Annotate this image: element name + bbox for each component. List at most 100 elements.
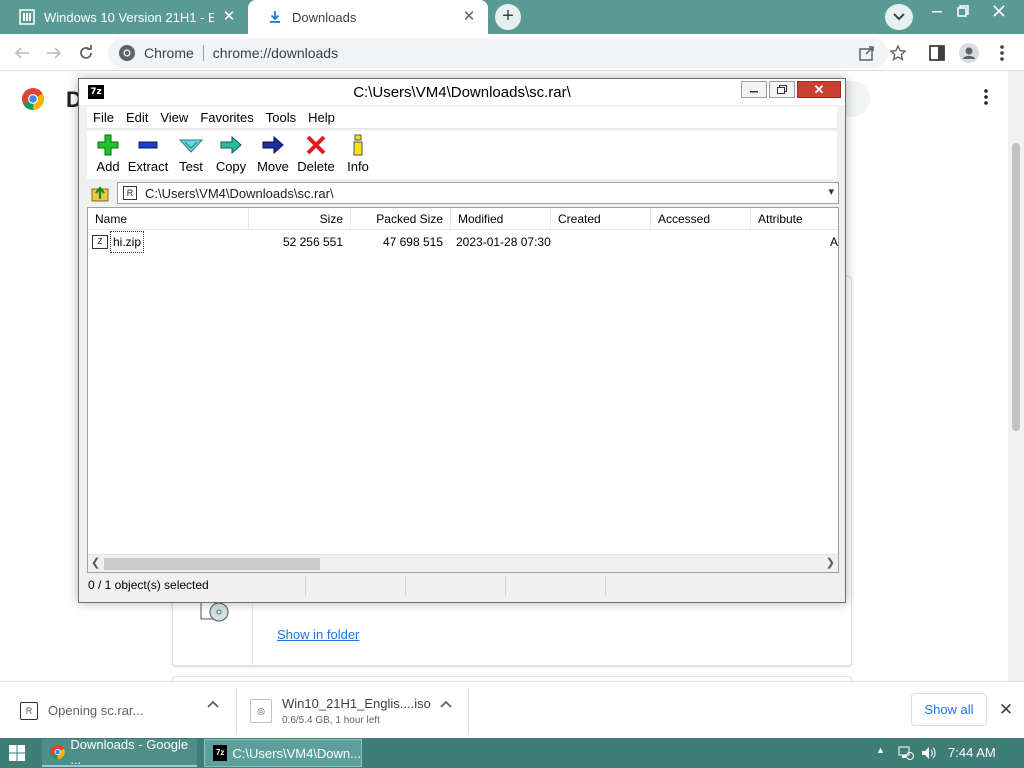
share-button[interactable] xyxy=(856,42,878,64)
7zip-maximize-button[interactable] xyxy=(769,81,795,98)
microsoft-site-icon xyxy=(19,9,35,25)
tab-title: Downloads xyxy=(292,9,357,25)
page-menu-button[interactable] xyxy=(984,89,996,109)
file-size: 52 256 551 xyxy=(282,235,343,249)
reload-button[interactable] xyxy=(74,41,98,65)
omnibox-separator xyxy=(202,45,204,61)
7zip-file-list: Name Size Packed Size Modified Created A… xyxy=(87,207,839,573)
column-created[interactable]: Created xyxy=(551,208,651,230)
status-cell xyxy=(406,576,506,596)
rar-archive-icon: R xyxy=(123,186,137,200)
add-button[interactable]: Add xyxy=(93,134,123,174)
menu-help[interactable]: Help xyxy=(302,110,341,125)
scrollbar-thumb[interactable] xyxy=(104,558,320,570)
side-panel-button[interactable] xyxy=(926,42,948,64)
kebab-menu-icon xyxy=(984,89,988,105)
omnibox-site: Chrome xyxy=(144,45,194,61)
close-window-button[interactable] xyxy=(984,0,1014,22)
7zip-toolbar: Add Extract Test Copy Move Delete Info xyxy=(87,131,837,179)
close-tab-icon[interactable]: ✕ xyxy=(220,8,238,26)
shelf-divider xyxy=(236,688,237,733)
horizontal-scrollbar[interactable]: ❮ ❯ xyxy=(88,554,838,572)
file-row[interactable]: Z hi.zip 52 256 551 47 698 515 2023-01-2… xyxy=(88,231,838,253)
7zip-path-field[interactable]: R C:\Users\VM4\Downloads\sc.rar\ ▾ xyxy=(117,182,839,204)
download-item-win10-iso[interactable]: ◎ Win10_21H1_Englis....iso 0.6/5.4 GB, 1… xyxy=(250,688,431,733)
column-attributes[interactable]: Attribute xyxy=(751,208,838,230)
star-icon xyxy=(890,45,906,61)
close-tab-icon[interactable]: ✕ xyxy=(460,8,478,26)
tab-windows10[interactable]: Windows 10 Version 21H1 - English ✕ xyxy=(0,0,248,34)
clock[interactable]: 7:44 AM xyxy=(948,745,996,760)
profile-button[interactable] xyxy=(958,42,980,64)
tray-chevron-up-icon[interactable]: ▲ xyxy=(876,745,885,755)
new-tab-button[interactable]: + xyxy=(495,4,521,30)
back-button[interactable] xyxy=(10,41,34,65)
selection-status: 0 / 1 object(s) selected xyxy=(79,576,306,596)
menu-favorites[interactable]: Favorites xyxy=(194,110,259,125)
chrome-logo-icon xyxy=(50,744,65,760)
download-status: Opening sc.rar... xyxy=(48,703,144,718)
test-label: Test xyxy=(179,159,203,174)
menu-view[interactable]: View xyxy=(154,110,194,125)
7zip-statusbar: 0 / 1 object(s) selected xyxy=(79,576,845,596)
folder-up-icon[interactable] xyxy=(91,183,111,203)
info-button[interactable]: Info xyxy=(343,134,373,174)
download-icon xyxy=(267,9,283,25)
7zip-menubar: File Edit View Favorites Tools Help xyxy=(87,107,837,129)
column-accessed[interactable]: Accessed xyxy=(651,208,751,230)
delete-button[interactable]: Delete xyxy=(297,134,335,174)
minimize-icon xyxy=(932,11,942,13)
network-icon[interactable] xyxy=(898,746,914,760)
chevron-down-icon xyxy=(893,13,905,21)
column-modified[interactable]: Modified xyxy=(451,208,551,230)
avatar-icon xyxy=(959,43,979,63)
7zip-close-button[interactable]: ✕ xyxy=(797,81,841,98)
column-size[interactable]: Size xyxy=(249,208,351,230)
download-item-sc-rar[interactable]: R Opening sc.rar... xyxy=(20,688,143,733)
7zip-titlebar[interactable]: 7z C:\Users\VM4\Downloads\sc.rar\ ✕ xyxy=(79,79,845,105)
copy-button[interactable]: Copy xyxy=(214,134,248,174)
move-label: Move xyxy=(257,159,289,174)
7zip-minimize-button[interactable] xyxy=(741,81,767,98)
chevron-up-icon[interactable] xyxy=(438,696,454,712)
status-cell xyxy=(506,576,606,596)
close-shelf-icon[interactable]: ✕ xyxy=(996,700,1016,720)
path-text: C:\Users\VM4\Downloads\sc.rar\ xyxy=(145,185,334,201)
column-packed-size[interactable]: Packed Size xyxy=(351,208,451,230)
tab-downloads[interactable]: Downloads ✕ xyxy=(248,0,488,34)
bookmark-button[interactable] xyxy=(887,42,909,64)
menu-file[interactable]: File xyxy=(87,110,120,125)
window-title: C:\Users\VM4\Downloads\sc.rar\ xyxy=(353,84,571,101)
extract-button[interactable]: Extract xyxy=(127,134,169,174)
chevron-up-icon[interactable] xyxy=(205,696,221,712)
menu-edit[interactable]: Edit xyxy=(120,110,154,125)
taskbar-label: Downloads - Google ... xyxy=(70,737,189,767)
windows-start-icon[interactable] xyxy=(8,744,26,762)
scroll-left-icon[interactable]: ❮ xyxy=(91,556,100,569)
delete-icon xyxy=(306,135,326,155)
show-all-button[interactable]: Show all xyxy=(911,693,987,726)
test-button[interactable]: Test xyxy=(173,134,209,174)
scrollbar-thumb[interactable] xyxy=(1012,143,1020,431)
taskbar-label: C:\Users\VM4\Down... xyxy=(232,745,361,761)
delete-label: Delete xyxy=(297,159,335,174)
restore-icon xyxy=(957,5,969,17)
scroll-right-icon[interactable]: ❯ xyxy=(826,556,835,569)
address-bar[interactable]: Chrome chrome://downloads xyxy=(108,38,888,68)
7zip-address-row: R C:\Users\VM4\Downloads\sc.rar\ ▾ xyxy=(87,181,839,205)
move-button[interactable]: Move xyxy=(255,134,291,174)
chevron-down-icon[interactable]: ▾ xyxy=(828,185,834,198)
download-shelf: R Opening sc.rar... ◎ Win10_21H1_Englis.… xyxy=(0,681,1024,738)
taskbar-chrome[interactable]: Downloads - Google ... xyxy=(42,737,197,767)
taskbar-7zip[interactable]: 7z C:\Users\VM4\Down... xyxy=(204,739,362,767)
restore-button[interactable] xyxy=(948,0,978,22)
menu-tools[interactable]: Tools xyxy=(260,110,302,125)
show-in-folder-link[interactable]: Show in folder xyxy=(277,627,359,642)
page-scrollbar[interactable] xyxy=(1008,71,1024,681)
tab-search-button[interactable] xyxy=(885,4,913,30)
chrome-menu-button[interactable] xyxy=(991,42,1013,64)
forward-button[interactable] xyxy=(42,41,66,65)
column-name[interactable]: Name xyxy=(88,208,249,230)
status-cell xyxy=(306,576,406,596)
volume-icon[interactable] xyxy=(921,746,937,760)
